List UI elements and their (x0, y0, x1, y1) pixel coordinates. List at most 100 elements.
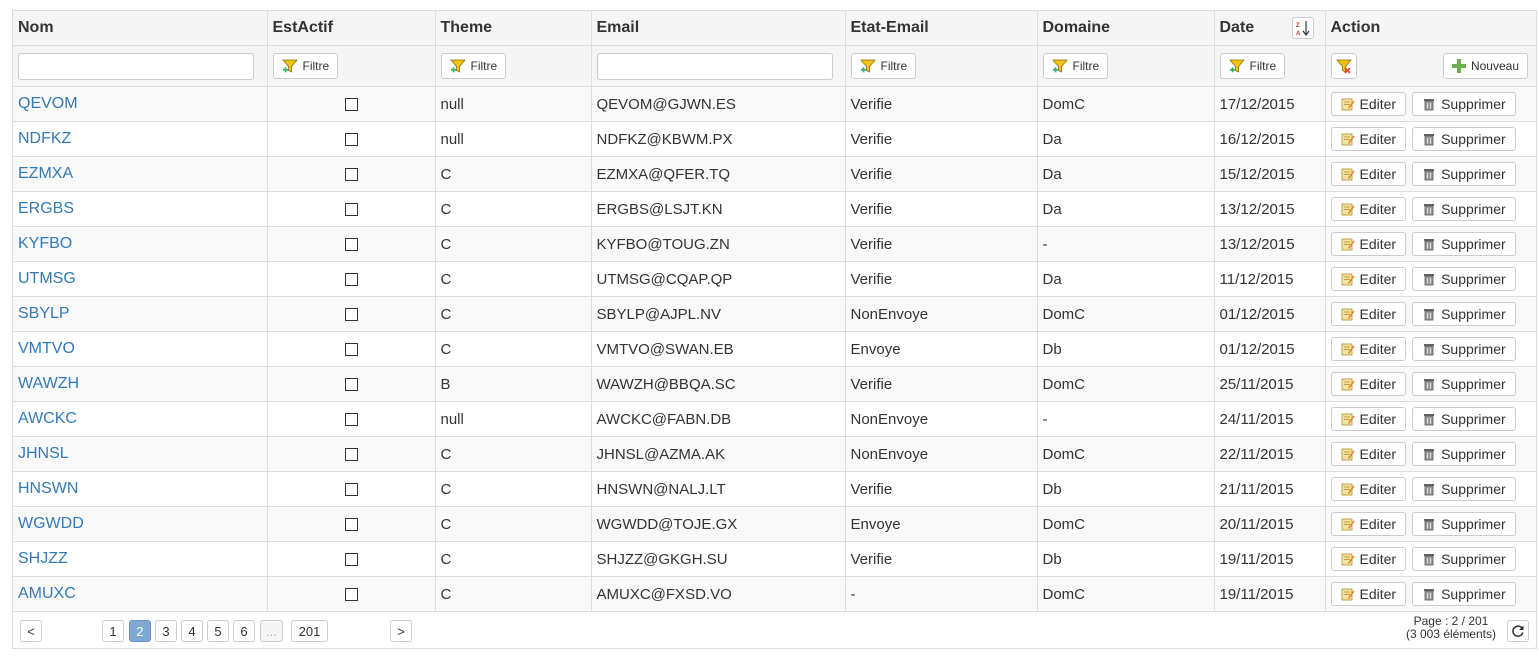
edit-button[interactable]: Editer (1330, 337, 1407, 361)
filter-button-etat-email[interactable]: Filtre (850, 53, 917, 79)
edit-button[interactable]: Editer (1330, 162, 1407, 186)
col-header-date[interactable]: Date Z A (1214, 11, 1326, 46)
trash-icon (1424, 169, 1435, 181)
cell-theme: null (435, 86, 592, 122)
page-button-2[interactable]: 2 (129, 620, 151, 642)
edit-button[interactable]: Editer (1330, 407, 1407, 431)
cell-action: Editer Supprimer (1325, 576, 1536, 612)
nom-link[interactable]: QEVOM (18, 95, 78, 112)
estactif-checkbox[interactable] (344, 448, 358, 462)
delete-button[interactable]: Supprimer (1412, 197, 1516, 221)
delete-button[interactable]: Supprimer (1412, 372, 1516, 396)
page-button-1[interactable]: 1 (102, 620, 124, 642)
nom-link[interactable]: SBYLP (18, 305, 70, 322)
page-button-last[interactable]: 201 (291, 620, 328, 642)
edit-button[interactable]: Editer (1330, 582, 1407, 606)
nom-link[interactable]: HNSWN (18, 480, 78, 497)
edit-button[interactable]: Editer (1330, 267, 1407, 291)
estactif-checkbox[interactable] (344, 343, 358, 357)
delete-button[interactable]: Supprimer (1412, 547, 1516, 571)
delete-button[interactable]: Supprimer (1412, 337, 1516, 361)
page-button-3[interactable]: 3 (155, 620, 177, 642)
edit-button[interactable]: Editer (1330, 512, 1407, 536)
delete-button[interactable]: Supprimer (1412, 442, 1516, 466)
edit-button[interactable]: Editer (1330, 372, 1407, 396)
estactif-checkbox[interactable] (344, 413, 358, 427)
cell-email: KYFBO@TOUG.ZN (591, 226, 846, 262)
email-filter-input[interactable] (596, 52, 833, 80)
filter-button-domaine[interactable]: Filtre (1042, 53, 1109, 79)
nom-link[interactable]: JHNSL (18, 445, 69, 462)
delete-button[interactable]: Supprimer (1412, 267, 1516, 291)
col-header-email[interactable]: Email (591, 11, 846, 46)
cell-action: Editer Supprimer (1325, 261, 1536, 297)
prev-page-button[interactable]: < (20, 620, 42, 642)
nom-link[interactable]: KYFBO (18, 235, 72, 252)
page-button-5[interactable]: 5 (207, 620, 229, 642)
delete-button[interactable]: Supprimer (1412, 232, 1516, 256)
delete-button[interactable]: Supprimer (1412, 92, 1516, 116)
estactif-checkbox[interactable] (344, 378, 358, 392)
estactif-checkbox[interactable] (344, 273, 358, 287)
nom-link[interactable]: UTMSG (18, 270, 76, 287)
edit-button[interactable]: Editer (1330, 92, 1407, 116)
nom-link[interactable]: NDFKZ (18, 130, 71, 147)
nom-filter-input[interactable] (18, 52, 254, 80)
cell-date: 01/12/2015 (1214, 331, 1326, 367)
estactif-checkbox[interactable] (344, 203, 358, 217)
col-header-estactif[interactable]: EstActif (267, 11, 436, 46)
page-button-4[interactable]: 4 (181, 620, 203, 642)
edit-button[interactable]: Editer (1330, 302, 1407, 326)
col-header-theme[interactable]: Theme (435, 11, 592, 46)
col-header-domaine[interactable]: Domaine (1037, 11, 1215, 46)
filter-button-date[interactable]: Filtre (1219, 53, 1286, 79)
filter-button-theme[interactable]: Filtre (440, 53, 507, 79)
next-page-button[interactable]: > (390, 620, 412, 642)
delete-button[interactable]: Supprimer (1412, 127, 1516, 151)
delete-button[interactable]: Supprimer (1412, 477, 1516, 501)
cell-action: Editer Supprimer (1325, 191, 1536, 227)
cell-estactif (267, 506, 436, 542)
nom-link[interactable]: EZMXA (18, 165, 73, 182)
estactif-checkbox[interactable] (344, 483, 358, 497)
nom-link[interactable]: ERGBS (18, 200, 74, 217)
edit-icon (1341, 168, 1354, 181)
sort-desc-icon[interactable]: Z A (1291, 17, 1314, 39)
estactif-checkbox[interactable] (344, 98, 358, 112)
estactif-checkbox[interactable] (344, 308, 358, 322)
cell-etat-email: Envoye (845, 506, 1038, 542)
nom-link[interactable]: SHJZZ (18, 550, 68, 567)
estactif-checkbox[interactable] (344, 133, 358, 147)
delete-button[interactable]: Supprimer (1412, 162, 1516, 186)
edit-button[interactable]: Editer (1330, 477, 1407, 501)
delete-button[interactable]: Supprimer (1412, 582, 1516, 606)
estactif-checkbox[interactable] (344, 553, 358, 567)
estactif-checkbox[interactable] (344, 168, 358, 182)
refresh-button[interactable] (1507, 620, 1529, 642)
col-header-nom[interactable]: Nom (13, 11, 268, 46)
page-button-6[interactable]: 6 (233, 620, 255, 642)
nom-link[interactable]: VMTVO (18, 340, 75, 357)
edit-button[interactable]: Editer (1330, 442, 1407, 466)
nom-link[interactable]: AWCKC (18, 410, 77, 427)
new-button[interactable]: Nouveau (1442, 53, 1528, 79)
edit-button[interactable]: Editer (1330, 197, 1407, 221)
delete-button[interactable]: Supprimer (1412, 302, 1516, 326)
clear-filters-button[interactable] (1330, 53, 1357, 79)
nom-link[interactable]: WAWZH (18, 375, 79, 392)
edit-button[interactable]: Editer (1330, 547, 1407, 571)
edit-button[interactable]: Editer (1330, 127, 1407, 151)
edit-button[interactable]: Editer (1330, 232, 1407, 256)
estactif-checkbox[interactable] (344, 518, 358, 532)
filter-button-estactif[interactable]: Filtre (272, 53, 339, 79)
filter-cell-action: Nouveau (1325, 45, 1536, 87)
nom-link[interactable]: WGWDD (18, 515, 84, 532)
cell-etat-email: Verifie (845, 191, 1038, 227)
edit-icon (1341, 553, 1354, 566)
delete-button[interactable]: Supprimer (1412, 407, 1516, 431)
estactif-checkbox[interactable] (344, 238, 358, 252)
nom-link[interactable]: AMUXC (18, 585, 76, 602)
delete-button[interactable]: Supprimer (1412, 512, 1516, 536)
col-header-etat-email[interactable]: Etat-Email (845, 11, 1038, 46)
estactif-checkbox[interactable] (344, 588, 358, 602)
